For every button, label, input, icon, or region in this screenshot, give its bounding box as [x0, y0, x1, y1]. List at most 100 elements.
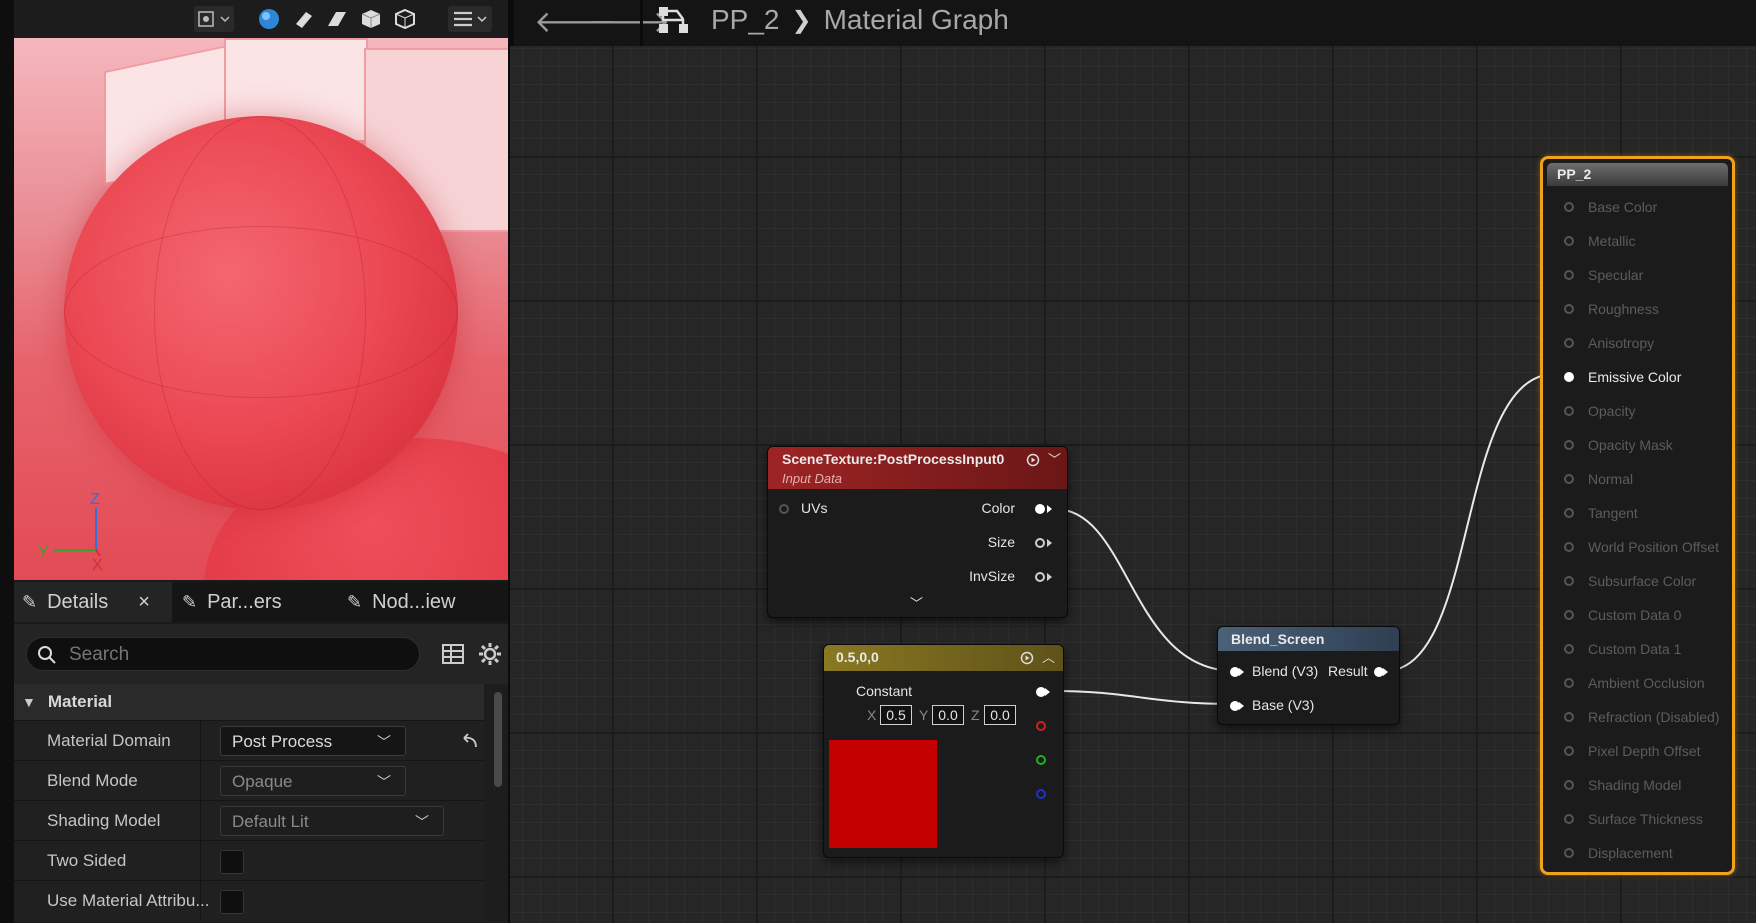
input-label: Tangent: [1588, 505, 1638, 521]
z-value-input[interactable]: 0.0: [984, 705, 1016, 725]
input-label: Emissive Color: [1588, 369, 1682, 385]
input-pin[interactable]: [1564, 270, 1574, 280]
invsize-label: InvSize: [969, 568, 1015, 584]
output-input-row[interactable]: Base Color: [1558, 190, 1728, 224]
input-pin[interactable]: [1564, 440, 1574, 450]
output-input-row[interactable]: Anisotropy: [1558, 326, 1728, 360]
pin-arrow-icon: [1047, 505, 1052, 513]
scene-texture-node[interactable]: SceneTexture:PostProcessInput0 Input Dat…: [767, 446, 1068, 618]
input-label: Opacity Mask: [1588, 437, 1673, 453]
color-label: Color: [981, 500, 1015, 516]
input-pin[interactable]: [1564, 678, 1574, 688]
node-title: PP_2: [1557, 166, 1592, 182]
input-label: Displacement: [1588, 845, 1673, 861]
input-label: Anisotropy: [1588, 335, 1655, 351]
input-pin[interactable]: [1564, 644, 1574, 654]
output-input-row[interactable]: Surface Thickness: [1558, 802, 1728, 836]
output-input-row[interactable]: Custom Data 0: [1558, 598, 1728, 632]
output-input-row[interactable]: Tangent: [1558, 496, 1728, 530]
size-label: Size: [987, 534, 1015, 550]
input-pin[interactable]: [1564, 338, 1574, 348]
node-title: 0.5,0,0: [836, 649, 879, 665]
output-input-row[interactable]: Metallic: [1558, 224, 1728, 258]
input-label: Custom Data 1: [1588, 641, 1682, 657]
constant3vector-node[interactable]: 0.5,0,0 ︿ Constant X 0.5 Y 0.0 Z 0.0: [823, 644, 1064, 858]
input-label: Ambient Occlusion: [1588, 675, 1705, 691]
output-input-row[interactable]: Shading Model: [1558, 768, 1728, 802]
y-value-input[interactable]: 0.0: [932, 705, 964, 725]
node-title: SceneTexture:PostProcessInput0: [782, 451, 1005, 467]
output-input-row[interactable]: Ambient Occlusion: [1558, 666, 1728, 700]
output-input-row[interactable]: Pixel Depth Offset: [1558, 734, 1728, 768]
chevron-down-icon[interactable]: ﹀: [1048, 449, 1061, 468]
r-output-pin[interactable]: [1036, 721, 1046, 731]
output-input-row[interactable]: Refraction (Disabled): [1558, 700, 1728, 734]
chevron-up-icon[interactable]: ︿: [1042, 647, 1055, 666]
expand-chevron-icon[interactable]: ﹀: [910, 593, 923, 612]
base-input-label: Base (V3): [1252, 697, 1315, 713]
result-label: Result: [1328, 663, 1368, 679]
output-input-row[interactable]: Emissive Color: [1558, 360, 1728, 394]
pin-arrow-icon: [1045, 688, 1050, 696]
wire-constant-to-base: [1054, 690, 1236, 705]
node-title: Blend_Screen: [1231, 631, 1325, 647]
output-input-row[interactable]: Normal: [1558, 462, 1728, 496]
input-pin[interactable]: [1564, 712, 1574, 722]
output-input-row[interactable]: World Position Offset: [1558, 530, 1728, 564]
uvs-label: UVs: [801, 500, 828, 516]
input-pin[interactable]: [1564, 814, 1574, 824]
input-pin[interactable]: [1564, 202, 1574, 212]
y-axis-label: Y: [919, 707, 929, 723]
x-axis-label: X: [867, 707, 877, 723]
input-label: Normal: [1588, 471, 1634, 487]
input-pin[interactable]: [1564, 406, 1574, 416]
pin-arrow-icon: [1047, 539, 1052, 547]
pin-arrow-icon: [1239, 702, 1244, 710]
pin-arrow-icon: [1239, 668, 1244, 676]
wire-color-to-blend: [1054, 508, 1236, 672]
blend-screen-node[interactable]: Blend_Screen Blend (V3) Result Base (V3): [1217, 626, 1400, 725]
output-input-row[interactable]: Custom Data 1: [1558, 632, 1728, 666]
invsize-output-pin[interactable]: [1035, 572, 1045, 582]
input-pin[interactable]: [1564, 542, 1574, 552]
pin-arrow-icon: [1383, 668, 1388, 676]
b-output-pin[interactable]: [1036, 789, 1046, 799]
input-label: Pixel Depth Offset: [1588, 743, 1701, 759]
input-label: Shading Model: [1588, 777, 1682, 793]
input-pin[interactable]: [1564, 474, 1574, 484]
wire-result-to-emissive: [1384, 373, 1556, 672]
input-pin[interactable]: [1564, 372, 1574, 382]
output-input-row[interactable]: Roughness: [1558, 292, 1728, 326]
input-label: Refraction (Disabled): [1588, 709, 1720, 725]
input-pin[interactable]: [1564, 848, 1574, 858]
output-input-row[interactable]: Opacity Mask: [1558, 428, 1728, 462]
color-output-pin[interactable]: [1035, 504, 1045, 514]
input-pin[interactable]: [1564, 508, 1574, 518]
input-label: Metallic: [1588, 233, 1636, 249]
output-input-row[interactable]: Subsurface Color: [1558, 564, 1728, 598]
constant-label: Constant: [856, 683, 913, 699]
output-input-row[interactable]: Specular: [1558, 258, 1728, 292]
uvs-input-pin[interactable]: [779, 504, 789, 514]
input-pin[interactable]: [1564, 236, 1574, 246]
g-output-pin[interactable]: [1036, 755, 1046, 765]
input-pin[interactable]: [1564, 610, 1574, 620]
input-pin[interactable]: [1564, 746, 1574, 756]
input-pin[interactable]: [1564, 304, 1574, 314]
material-output-node[interactable]: PP_2 Base Color Metallic Specular Roughness…: [1540, 156, 1735, 875]
color-preview-swatch: [829, 740, 937, 848]
output-input-row[interactable]: Displacement: [1558, 836, 1728, 870]
input-pin[interactable]: [1564, 780, 1574, 790]
x-value-input[interactable]: 0.5: [880, 705, 912, 725]
input-label: Surface Thickness: [1588, 811, 1703, 827]
input-label: Subsurface Color: [1588, 573, 1697, 589]
node-subtitle: Input Data: [782, 471, 842, 486]
input-label: Roughness: [1588, 301, 1659, 317]
input-pin[interactable]: [1564, 576, 1574, 586]
input-label: Base Color: [1588, 199, 1658, 215]
output-input-row[interactable]: Opacity: [1558, 394, 1728, 428]
input-label: World Position Offset: [1588, 539, 1719, 555]
play-circle-icon[interactable]: [1026, 453, 1040, 467]
size-output-pin[interactable]: [1035, 538, 1045, 548]
play-circle-icon[interactable]: [1020, 651, 1034, 665]
